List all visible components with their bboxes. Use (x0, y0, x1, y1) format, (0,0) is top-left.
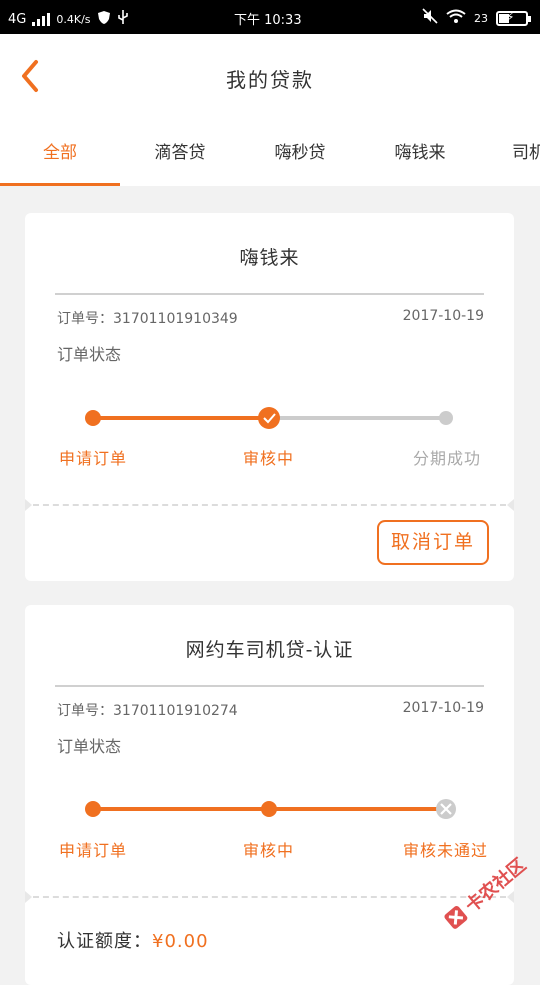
order-title: 嗨钱来 (239, 247, 300, 269)
tab-haimiaodai[interactable]: 嗨秒贷 (240, 122, 360, 186)
battery-percent: 23 (474, 11, 488, 25)
step-check-icon (258, 407, 280, 429)
order-date: 2017-10-19 (402, 308, 484, 324)
status-right: 23 ⚡ (422, 8, 531, 28)
amount-label: 认证额度： (57, 931, 152, 952)
step-label-apply: 申请订单 (59, 449, 128, 468)
step-label-apply: 申请订单 (59, 841, 128, 860)
tab-haiqianlai[interactable]: 嗨钱来 (360, 122, 480, 186)
amount-value: ¥0.00 (152, 931, 209, 952)
order-status-label: 订单状态 (57, 737, 122, 756)
cancel-order-button[interactable]: 取消订单 (377, 520, 489, 565)
step-label-installment-success: 分期成功 (413, 449, 482, 468)
step-dot-apply (85, 801, 101, 817)
step-label-review: 审核中 (243, 449, 295, 468)
network-type: 4G (8, 11, 27, 27)
divider (55, 685, 484, 687)
tab-bar: 全部 滴答贷 嗨秒贷 嗨钱来 司机 (0, 122, 540, 186)
battery-icon: ⚡ (496, 10, 531, 26)
order-card: 网约车司机贷-认证 订单号：31701101910274 2017-10-19 … (25, 605, 514, 985)
status-bar: 4G 0.4K/s 下午 10:33 23 ⚡ (0, 0, 540, 34)
certified-amount: 认证额度：¥0.00 (57, 927, 209, 953)
usb-icon (117, 9, 129, 29)
progress-track (85, 407, 453, 429)
dashed-separator (33, 896, 506, 898)
step-dot-success (439, 411, 453, 425)
order-date: 2017-10-19 (402, 700, 484, 716)
tab-didadai[interactable]: 滴答贷 (120, 122, 240, 186)
order-card: 嗨钱来 订单号：31701101910349 2017-10-19 订单状态 申… (25, 213, 514, 581)
shield-icon (97, 10, 111, 29)
tab-siji[interactable]: 司机 (480, 122, 540, 186)
tab-active-indicator (0, 183, 120, 186)
order-number: 订单号：31701101910349 (57, 311, 238, 327)
tab-all[interactable]: 全部 (0, 122, 120, 186)
order-status-label: 订单状态 (57, 345, 122, 364)
mute-icon (422, 8, 438, 28)
order-number: 订单号：31701101910274 (57, 703, 238, 719)
divider (55, 293, 484, 295)
progress-track (85, 799, 456, 819)
step-dot-apply (85, 410, 101, 426)
dashed-separator (33, 504, 506, 506)
order-title: 网约车司机贷-认证 (185, 639, 354, 661)
step-label-rejected: 审核未通过 (403, 841, 489, 860)
status-left: 4G 0.4K/s (8, 9, 129, 29)
status-time: 下午 10:33 (234, 13, 302, 28)
page-title: 我的贷款 (226, 68, 314, 92)
step-label-review: 审核中 (243, 841, 295, 860)
step-dot-review (261, 801, 277, 817)
signal-icon (32, 12, 51, 26)
wifi-icon (446, 9, 466, 28)
network-speed: 0.4K/s (56, 12, 91, 26)
app-header: 我的贷款 (0, 34, 540, 122)
